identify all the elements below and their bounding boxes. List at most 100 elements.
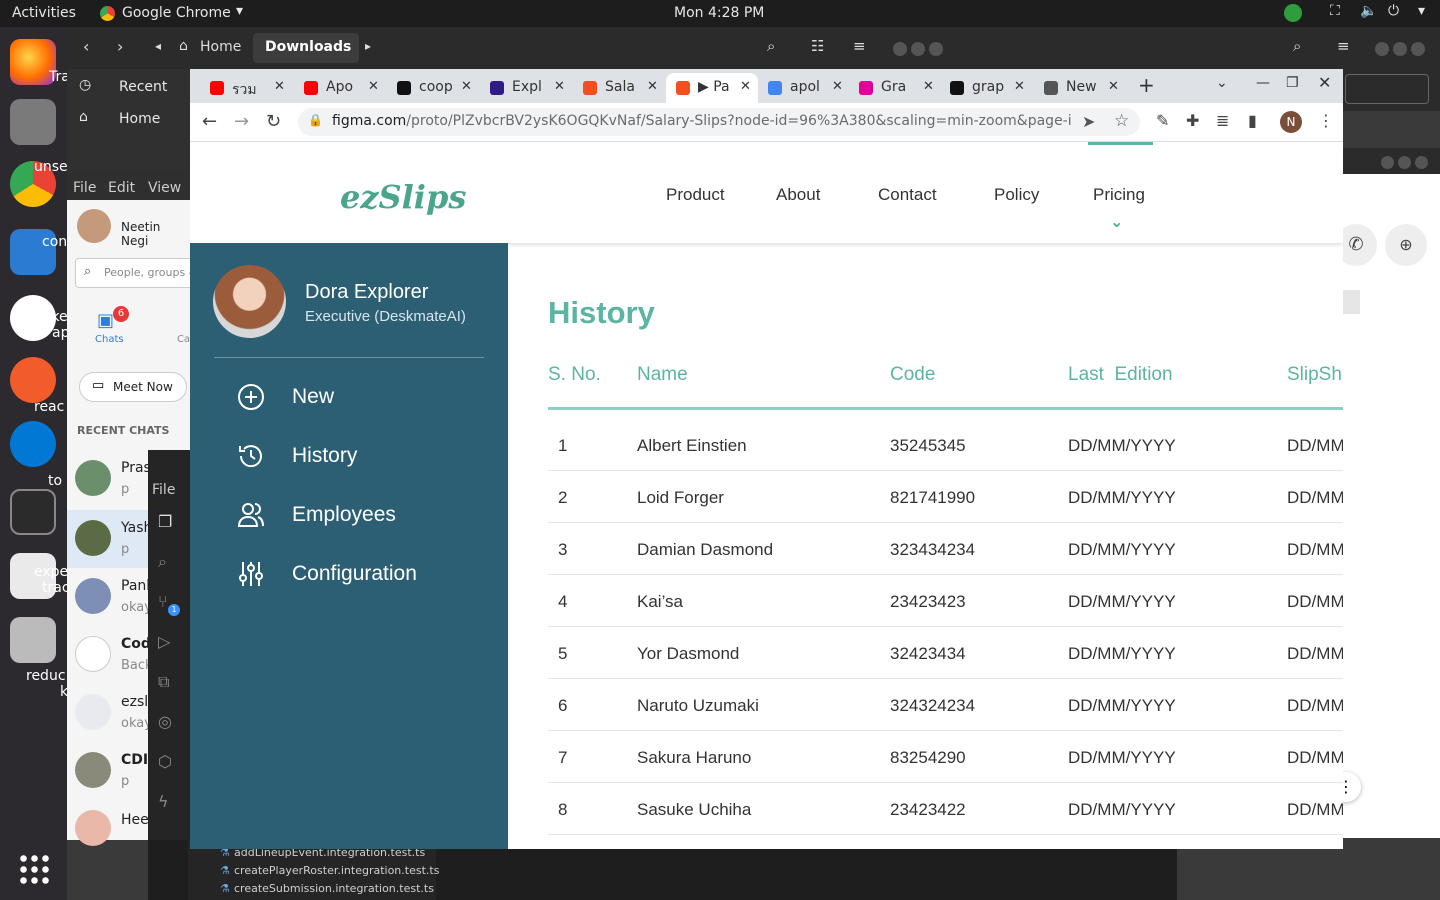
explorer-icon[interactable]: ❐ xyxy=(158,512,172,531)
column-header-last-edition[interactable]: Last Edition xyxy=(1068,364,1173,386)
table-row[interactable]: 7 Sakura Haruno 83254290 DD/MM/YYYY DD/MM xyxy=(548,731,1343,783)
close-icon[interactable]: ✕ xyxy=(554,79,565,94)
table-row[interactable]: 4 Kai’sa 23423423 DD/MM/YYYY DD/MM xyxy=(548,575,1343,627)
menu-edit[interactable]: Edit xyxy=(108,180,135,196)
back-icon[interactable]: ← xyxy=(202,111,217,132)
sidebar-item-home[interactable]: Home xyxy=(119,111,160,127)
volume-icon[interactable]: 🔈 xyxy=(1360,3,1377,19)
extension-icon[interactable]: ✎ xyxy=(1156,111,1169,130)
view-toggle-icon[interactable]: ☷ xyxy=(811,37,824,55)
postman-icon[interactable] xyxy=(10,357,56,403)
window-controls[interactable] xyxy=(893,41,947,56)
tab-7[interactable]: apol ✕ xyxy=(758,73,850,103)
chat-icon[interactable]: ▣ xyxy=(97,310,114,331)
close-icon[interactable]: ✕ xyxy=(647,79,658,94)
nav-policy[interactable]: Policy xyxy=(994,185,1039,205)
reload-icon[interactable]: ↻ xyxy=(266,111,281,132)
files-icon[interactable] xyxy=(10,99,56,145)
column-header-slipsheet[interactable]: SlipSh xyxy=(1287,364,1342,386)
path-right-icon[interactable]: ▸ xyxy=(365,39,371,53)
sidebar-item-recent[interactable]: Recent xyxy=(119,79,167,95)
path-home[interactable]: Home xyxy=(200,39,241,55)
menu-file[interactable]: File xyxy=(152,482,175,498)
clock[interactable]: Mon 4:28 PM xyxy=(674,5,764,21)
table-row[interactable]: 8 Sasuke Uchiha 23423422 DD/MM/YYYY DD/MM xyxy=(548,783,1343,835)
window-controls[interactable] xyxy=(1375,41,1435,56)
tab-calls[interactable]: Ca xyxy=(177,334,190,345)
tab-chats[interactable]: Chats xyxy=(95,334,124,345)
tab-search-icon[interactable]: ⌄ xyxy=(1216,75,1228,91)
close-icon[interactable]: ✕ xyxy=(274,79,285,94)
search-input[interactable]: ⌕ People, groups & xyxy=(75,258,197,288)
menu-file[interactable]: File xyxy=(73,180,96,196)
close-icon[interactable]: ✕ xyxy=(923,79,934,94)
restore-icon[interactable]: ❐ xyxy=(1286,75,1299,91)
activities-button[interactable]: Activities xyxy=(12,5,76,21)
table-row[interactable]: 3 Damian Dasmond 323434234 DD/MM/YYYY DD/MM xyxy=(548,523,1343,575)
column-header-code[interactable]: Code xyxy=(890,364,935,386)
update-icon[interactable] xyxy=(1284,4,1302,22)
side-panel-icon[interactable]: ▮ xyxy=(1248,111,1257,130)
media-icon[interactable]: ≣ xyxy=(1216,111,1229,130)
close-icon[interactable]: ✕ xyxy=(832,79,843,94)
close-icon[interactable]: ✕ xyxy=(368,79,379,94)
meet-now-button[interactable]: ▭ Meet Now xyxy=(79,372,187,402)
run-debug-icon[interactable]: ▷ xyxy=(158,632,170,651)
window-controls[interactable] xyxy=(1381,154,1437,169)
close-icon[interactable]: ✕ xyxy=(1318,73,1331,92)
menu-view[interactable]: View xyxy=(148,180,181,196)
chevron-down-icon[interactable]: ⌄ xyxy=(1110,212,1123,231)
table-row[interactable]: 5 Yor Dasmond 32423434 DD/MM/YYYY DD/MM xyxy=(548,627,1343,679)
close-icon[interactable]: ✕ xyxy=(461,79,472,94)
tab-4[interactable]: Expl ✕ xyxy=(480,73,572,103)
close-icon[interactable]: ✕ xyxy=(1108,79,1119,94)
menu-icon[interactable]: ≡ xyxy=(1337,37,1350,55)
recent-chats-header[interactable]: RECENT CHATS xyxy=(77,424,169,437)
extensions-icon[interactable]: ⧉ xyxy=(158,672,169,692)
lock-icon[interactable]: 🔒 xyxy=(308,113,323,127)
show-apps-icon[interactable] xyxy=(18,853,50,885)
nav-product[interactable]: Product xyxy=(666,185,725,205)
close-icon[interactable]: ✕ xyxy=(740,79,751,94)
tab-1[interactable]: รวม ✕ xyxy=(200,73,292,103)
nav-pricing[interactable]: Pricing xyxy=(1093,185,1145,205)
tab-6[interactable]: ▶ Pa ✕ xyxy=(666,73,758,103)
source-control-icon[interactable]: ⑂ xyxy=(158,592,168,611)
search-input[interactable] xyxy=(1345,74,1429,104)
column-header-sno[interactable]: S. No. xyxy=(548,364,601,386)
minimize-icon[interactable]: — xyxy=(1256,75,1270,91)
git-graph-icon[interactable]: ◎ xyxy=(158,712,172,731)
bookmark-star-icon[interactable]: ☆ xyxy=(1114,111,1129,131)
nav-about[interactable]: About xyxy=(776,185,820,205)
table-row[interactable]: 1 Albert Einstien 35245345 DD/MM/YYYY DD/MM xyxy=(548,419,1343,471)
nav-contact[interactable]: Contact xyxy=(878,185,937,205)
url-bar[interactable]: 🔒 figma.com/proto/PlZvbcrBV2ysK6OGQKvNaf… xyxy=(298,108,1140,136)
power-icon[interactable]: ⏻ xyxy=(1388,3,1399,19)
skype-icon[interactable] xyxy=(10,421,56,467)
terminal-icon[interactable] xyxy=(10,489,56,535)
table-row[interactable]: 6 Naruto Uzumaki 324324234 DD/MM/YYYY DD/MM xyxy=(548,679,1343,731)
send-icon[interactable]: ➤ xyxy=(1082,112,1095,131)
network-icon[interactable]: ⛶ xyxy=(1330,3,1340,19)
tab-8[interactable]: Gra ✕ xyxy=(849,73,941,103)
path-left-icon[interactable]: ◂ xyxy=(155,39,161,53)
table-row[interactable]: 2 Loid Forger 821741990 DD/MM/YYYY DD/MM xyxy=(548,471,1343,523)
tab-2[interactable]: Apo ✕ xyxy=(294,73,386,103)
tree-item[interactable]: createPlayerRoster.integration.test.ts xyxy=(234,864,439,877)
profile-avatar[interactable]: N xyxy=(1280,111,1302,133)
tab-3[interactable]: coop ✕ xyxy=(387,73,479,103)
tab-5[interactable]: Sala ✕ xyxy=(573,73,665,103)
tab-10[interactable]: New ✕ xyxy=(1034,73,1122,103)
close-icon[interactable]: ✕ xyxy=(1014,79,1025,94)
tab-9[interactable]: grap ✕ xyxy=(940,73,1032,103)
puzzle-icon[interactable]: ✚ xyxy=(1186,111,1199,130)
docker-icon[interactable]: ⬡ xyxy=(158,752,172,771)
menu-icon[interactable]: ≡ xyxy=(853,37,866,55)
path-current[interactable]: Downloads xyxy=(265,39,351,55)
avatar[interactable] xyxy=(77,209,111,243)
logo[interactable]: ezSlips xyxy=(340,178,466,216)
app-menu[interactable]: Google Chrome xyxy=(122,5,231,21)
column-header-name[interactable]: Name xyxy=(637,364,688,386)
forward-icon[interactable]: → xyxy=(234,111,249,132)
search-icon[interactable]: ⌕ xyxy=(1293,37,1301,55)
